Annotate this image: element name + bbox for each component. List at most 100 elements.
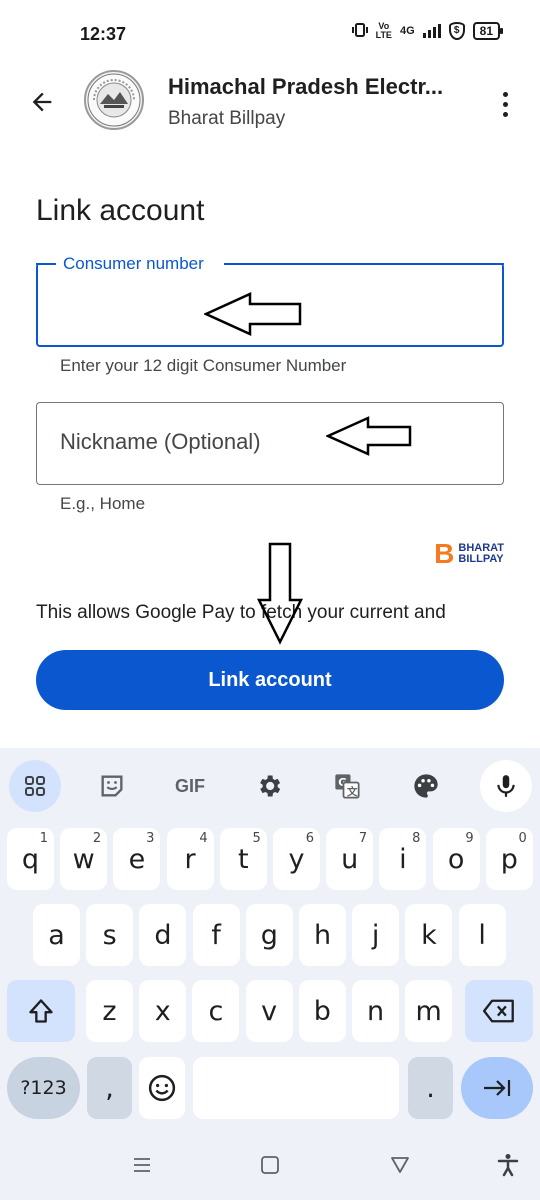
key-r[interactable]: r4 bbox=[166, 828, 214, 890]
key-hint-7: 7 bbox=[358, 831, 368, 846]
key-hint-3: 3 bbox=[146, 831, 155, 846]
translate-icon: G文 bbox=[335, 774, 360, 799]
bharat-billpay-logo: B BHARAT BILLPAY bbox=[434, 540, 504, 568]
biller-title: Himachal Pradesh Electr... bbox=[168, 74, 444, 99]
nickname-placeholder: Nickname (Optional) bbox=[60, 429, 261, 454]
key-d[interactable]: d bbox=[139, 904, 187, 966]
key-hint-4: 4 bbox=[199, 831, 208, 846]
key-hint-8: 8 bbox=[412, 831, 421, 846]
network-type-icon: 4G bbox=[399, 25, 415, 37]
key-hint-6: 6 bbox=[305, 831, 314, 846]
key-hint-2: 2 bbox=[92, 831, 102, 846]
next-key[interactable] bbox=[461, 1057, 533, 1119]
home-button[interactable] bbox=[250, 1150, 290, 1180]
grid-icon bbox=[25, 776, 45, 796]
vibrate-icon bbox=[351, 22, 368, 40]
period-key[interactable]: . bbox=[408, 1057, 453, 1119]
key-c[interactable]: c bbox=[192, 980, 240, 1042]
key-h[interactable]: h bbox=[299, 904, 346, 966]
triangle-back-icon bbox=[391, 1157, 409, 1173]
app-bar: Himachal Pradesh Electr... Bharat Billpa… bbox=[0, 64, 540, 144]
keyboard-apps-button[interactable] bbox=[9, 760, 61, 812]
consumer-number-label: Consumer number bbox=[60, 254, 207, 274]
consumer-number-helper: Enter your 12 digit Consumer Number bbox=[60, 356, 347, 375]
biller-subtitle: Bharat Billpay bbox=[168, 108, 286, 129]
key-hint-9: 9 bbox=[465, 831, 474, 846]
key-x[interactable]: x bbox=[139, 980, 187, 1042]
annotation-arrow-down-icon bbox=[256, 542, 304, 645]
key-j[interactable]: j bbox=[352, 904, 400, 966]
key-b[interactable]: b bbox=[298, 980, 346, 1042]
system-nav-bar bbox=[0, 1130, 540, 1200]
svg-text:文: 文 bbox=[346, 785, 358, 798]
key-o[interactable]: o9 bbox=[432, 828, 480, 890]
shift-key[interactable] bbox=[7, 980, 75, 1042]
key-t[interactable]: t5 bbox=[219, 828, 267, 890]
arrow-left-icon bbox=[32, 92, 52, 112]
sticker-icon bbox=[101, 775, 123, 797]
gif-button[interactable]: GIF bbox=[164, 760, 216, 812]
microphone-icon bbox=[497, 775, 515, 797]
menu-lines-icon bbox=[134, 1158, 150, 1172]
status-time: 12:37 bbox=[80, 24, 127, 44]
key-k[interactable]: k bbox=[405, 904, 453, 966]
bbps-line2: BILLPAY bbox=[458, 553, 504, 565]
recents-button[interactable] bbox=[122, 1150, 162, 1180]
sticker-button[interactable] bbox=[86, 760, 138, 812]
back-button[interactable] bbox=[22, 82, 62, 122]
key-w[interactable]: w2 bbox=[60, 828, 108, 890]
key-a[interactable]: a bbox=[33, 904, 80, 966]
key-hint-0: 0 bbox=[518, 831, 527, 846]
voice-input-button[interactable] bbox=[480, 760, 532, 812]
comma-key[interactable]: , bbox=[87, 1057, 132, 1119]
symbols-key[interactable]: ?123 bbox=[7, 1057, 80, 1119]
volte-icon: Vo LTE bbox=[375, 21, 392, 40]
tab-next-icon bbox=[484, 1080, 511, 1096]
accessibility-icon bbox=[497, 1154, 519, 1177]
key-n[interactable]: n bbox=[352, 980, 399, 1042]
more-options-button[interactable] bbox=[490, 84, 520, 124]
key-e[interactable]: e3 bbox=[113, 828, 161, 890]
key-p[interactable]: p0 bbox=[485, 828, 533, 890]
translate-button[interactable]: G文 bbox=[321, 760, 373, 812]
settings-button[interactable] bbox=[243, 760, 295, 812]
key-l[interactable]: l bbox=[458, 904, 506, 966]
security-icon: $ bbox=[448, 22, 465, 40]
nickname-helper: E.g., Home bbox=[60, 494, 146, 513]
square-icon bbox=[261, 1156, 279, 1174]
key-f[interactable]: f bbox=[192, 904, 240, 966]
page-title: Link account bbox=[36, 194, 205, 227]
key-u[interactable]: u7 bbox=[326, 828, 374, 890]
biller-logo bbox=[84, 70, 144, 130]
space-key[interactable] bbox=[193, 1057, 399, 1119]
shift-icon bbox=[29, 999, 53, 1023]
battery-icon: 81 bbox=[472, 22, 504, 40]
key-hint-1: 1 bbox=[39, 831, 48, 846]
key-g[interactable]: g bbox=[245, 904, 293, 966]
gear-icon bbox=[260, 775, 281, 797]
key-i[interactable]: i8 bbox=[379, 828, 427, 890]
annotation-arrow-left-icon bbox=[204, 292, 302, 336]
key-z[interactable]: z bbox=[86, 980, 133, 1042]
bbps-mark: B bbox=[434, 538, 455, 569]
theme-button[interactable] bbox=[400, 760, 452, 812]
key-hint-5: 5 bbox=[252, 831, 261, 846]
keyboard: GIF G文 q1w2e3r4t5y6u7i8o9p0 asdfghjkl zx… bbox=[0, 748, 540, 1130]
annotation-arrow-left-icon bbox=[326, 416, 412, 456]
key-q[interactable]: q1 bbox=[7, 828, 54, 890]
back-nav-button[interactable] bbox=[380, 1150, 420, 1180]
key-y[interactable]: y6 bbox=[273, 828, 320, 890]
emoji-key[interactable] bbox=[139, 1057, 185, 1119]
key-s[interactable]: s bbox=[86, 904, 134, 966]
key-v[interactable]: v bbox=[245, 980, 293, 1042]
palette-icon bbox=[414, 774, 438, 798]
key-m[interactable]: m bbox=[405, 980, 453, 1042]
accessibility-button[interactable] bbox=[488, 1150, 528, 1180]
status-icons: Vo LTE 4G $ 81 bbox=[351, 21, 504, 40]
backspace-icon bbox=[483, 999, 514, 1023]
status-bar: 12:37 Vo LTE 4G $ 81 bbox=[0, 0, 540, 64]
link-account-button[interactable]: Link account bbox=[36, 650, 504, 710]
emoji-icon bbox=[148, 1074, 176, 1102]
more-dot-icon bbox=[502, 91, 508, 97]
backspace-key[interactable] bbox=[465, 980, 533, 1042]
